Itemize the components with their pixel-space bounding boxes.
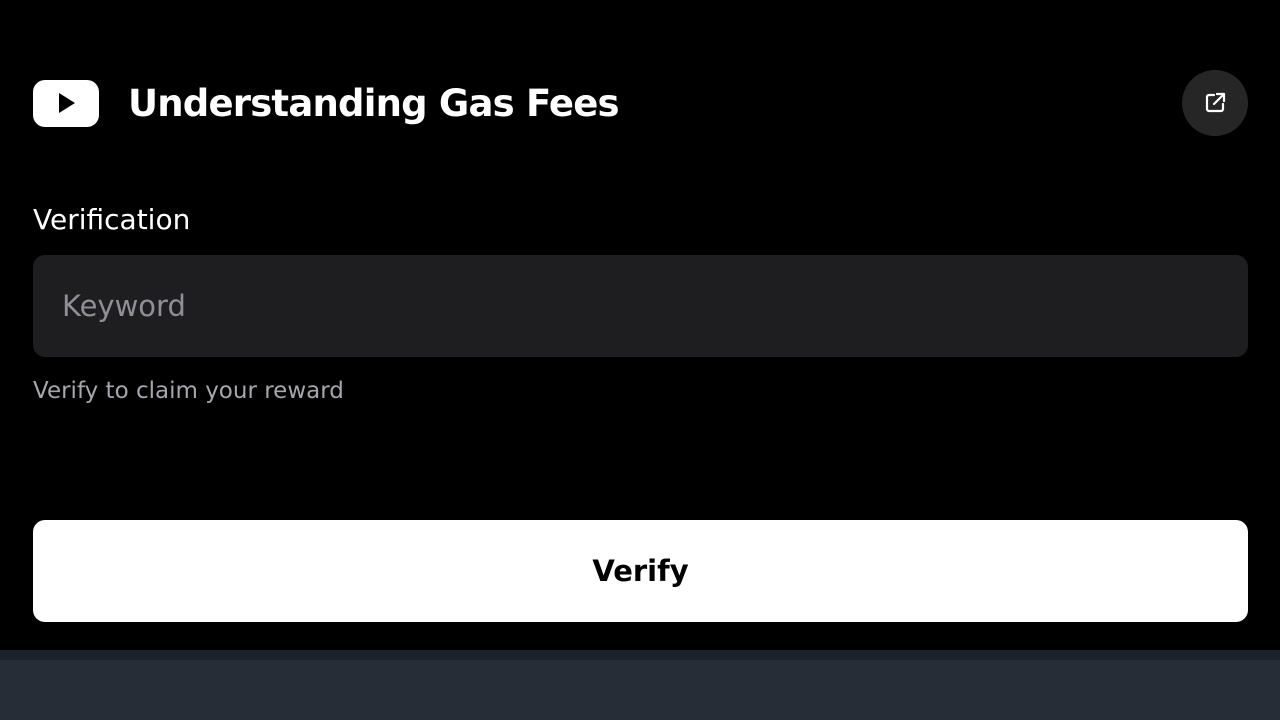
verify-button[interactable]: Verify (33, 520, 1248, 622)
external-link-icon (1205, 92, 1226, 113)
task-sheet: Understanding Gas Fees Verification Veri… (0, 0, 1280, 650)
helper-text: Verify to claim your reward (33, 378, 344, 404)
task-header: Understanding Gas Fees (33, 70, 1248, 136)
youtube-play-icon (33, 79, 99, 127)
verification-label: Verification (33, 203, 191, 236)
page-title: Understanding Gas Fees (128, 81, 620, 125)
bottom-bar (0, 650, 1280, 720)
external-link-button[interactable] (1182, 70, 1248, 136)
keyword-input[interactable] (33, 255, 1248, 357)
